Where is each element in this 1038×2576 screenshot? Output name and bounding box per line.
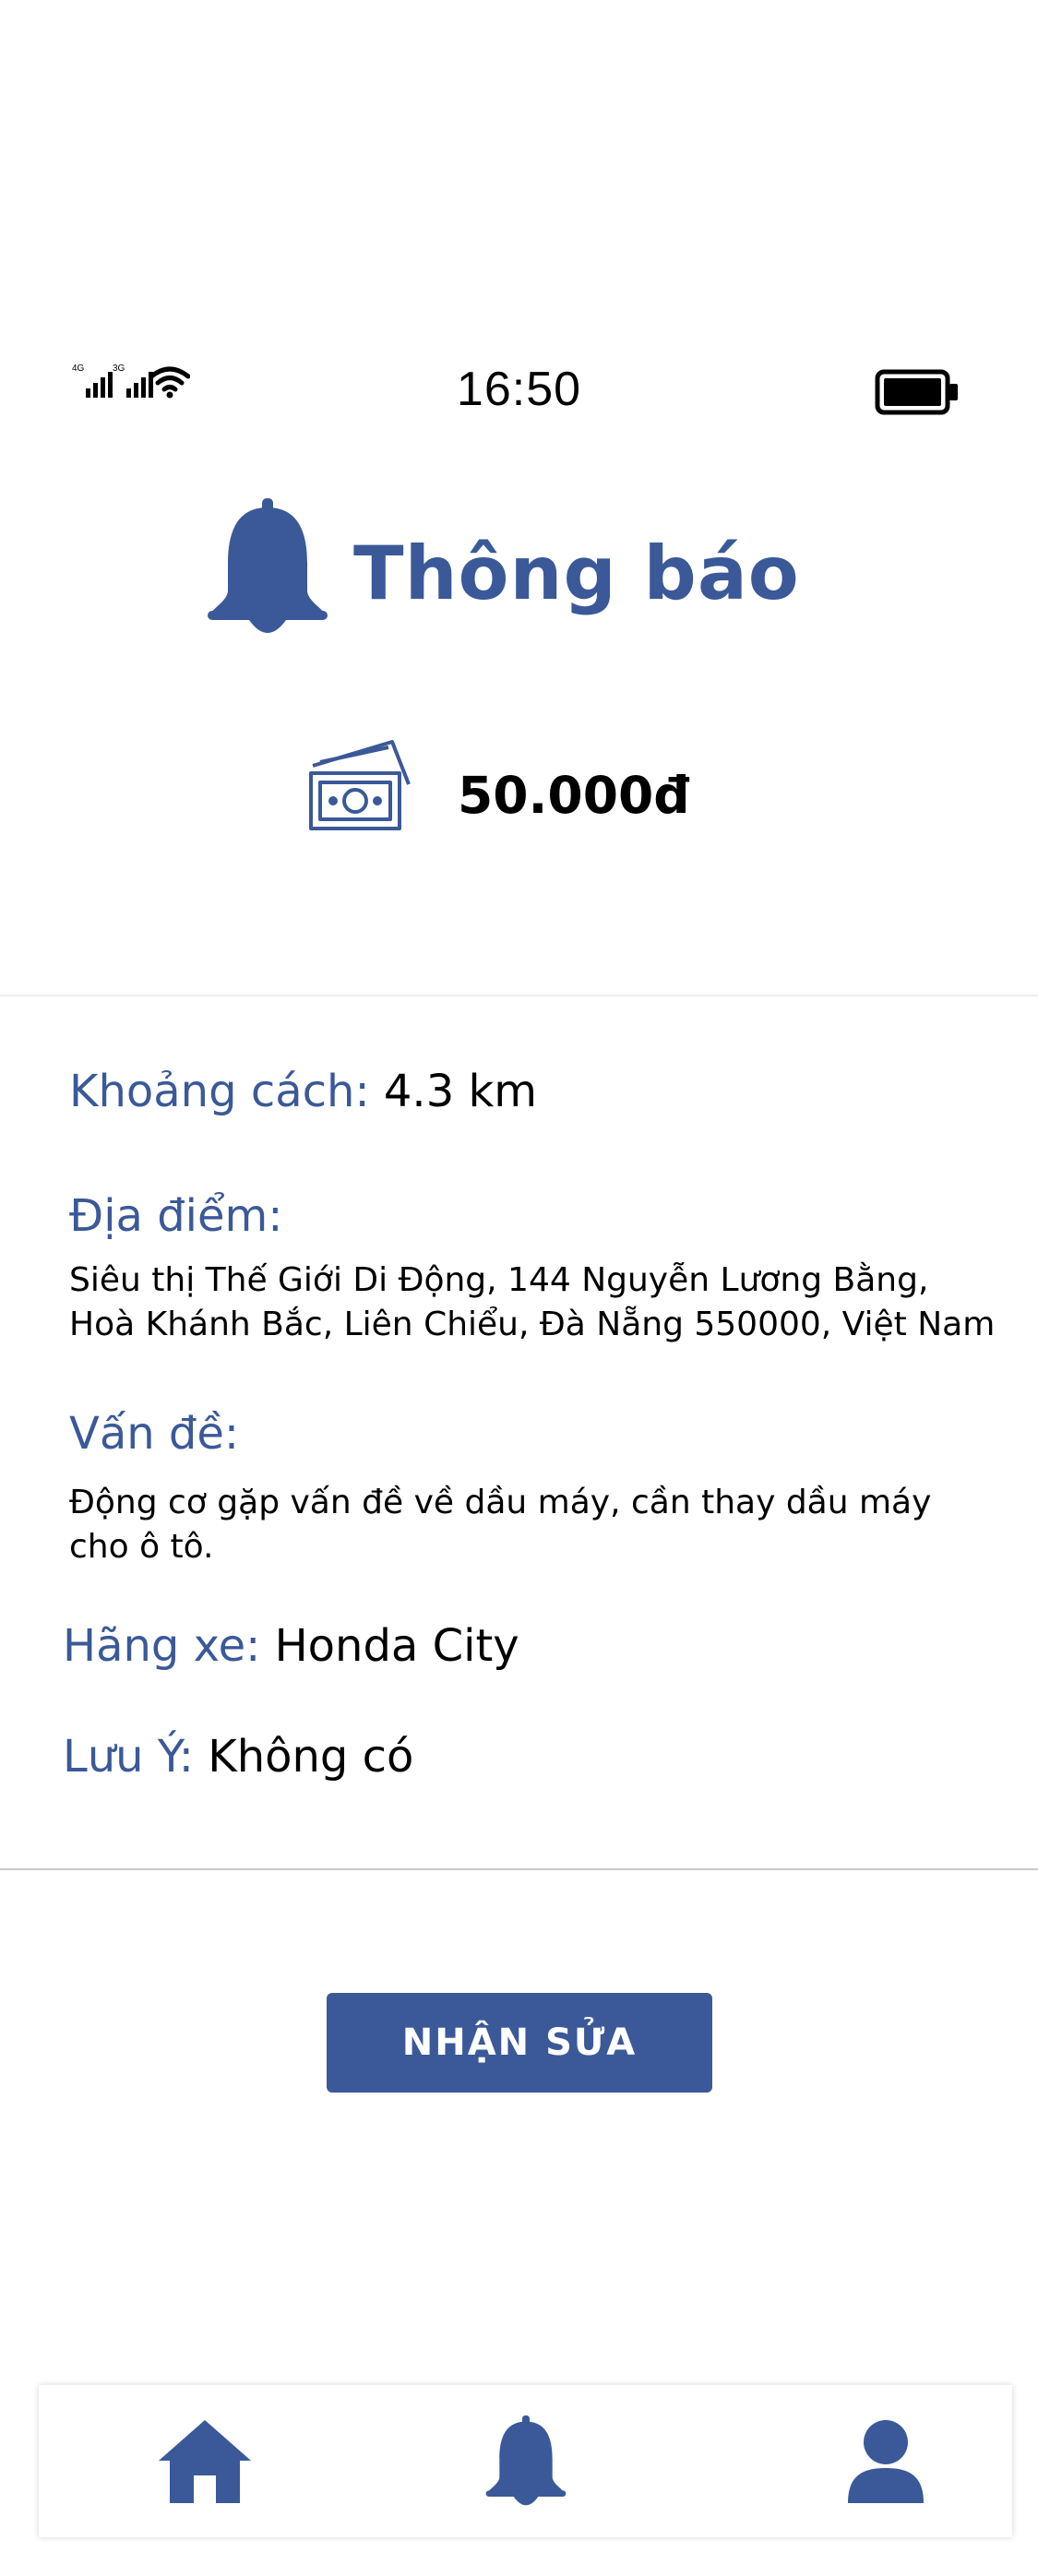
problem-description: Động cơ gặp vấn đề về dầu máy, cần thay … — [69, 1481, 1029, 1569]
location-line: Siêu thị Thế Giới Di Động, 144 Nguyễn Lư… — [69, 1261, 929, 1299]
tab-home[interactable] — [113, 2385, 297, 2537]
note-value: Không có — [208, 1731, 414, 1783]
problem-line: Động cơ gặp vấn đề về dầu máy, cần thay … — [69, 1484, 932, 1521]
location-line: Hoà Khánh Bắc, Liên Chiểu, Đà Nẵng 55000… — [69, 1306, 996, 1343]
tab-profile[interactable] — [793, 2385, 978, 2537]
brand-row: Hãng xe: Honda City — [63, 1620, 519, 1672]
note-row: Lưu Ý: Không có — [63, 1731, 413, 1783]
distance-label: Khoảng cách: — [69, 1066, 370, 1117]
divider — [0, 1868, 1038, 1870]
bell-icon — [208, 498, 328, 633]
problem-line: cho ô tô. — [69, 1528, 214, 1566]
brand-label: Hãng xe: — [63, 1620, 261, 1672]
page-title: Thông báo — [353, 531, 800, 616]
location-address: Siêu thị Thế Giới Di Động, 144 Nguyễn Lư… — [69, 1258, 1029, 1347]
brand-value: Honda City — [274, 1620, 519, 1672]
location-label: Địa điểm: — [69, 1190, 283, 1242]
bell-icon — [485, 2415, 567, 2505]
user-icon — [848, 2419, 924, 2503]
home-icon — [159, 2419, 251, 2503]
note-label: Lưu Ý: — [63, 1731, 194, 1783]
battery-icon — [875, 369, 958, 415]
accept-repair-button[interactable]: NHẬN SỬA — [327, 1993, 712, 2093]
money-icon — [309, 740, 411, 830]
divider — [0, 995, 1038, 996]
price-amount: 50.000đ — [458, 766, 690, 825]
distance-row: Khoảng cách: 4.3 km — [69, 1066, 537, 1117]
distance-value: 4.3 km — [383, 1066, 538, 1117]
bottom-tab-bar — [39, 2385, 1012, 2537]
problem-label: Vấn đề: — [69, 1408, 240, 1460]
tab-notifications[interactable] — [434, 2385, 618, 2537]
